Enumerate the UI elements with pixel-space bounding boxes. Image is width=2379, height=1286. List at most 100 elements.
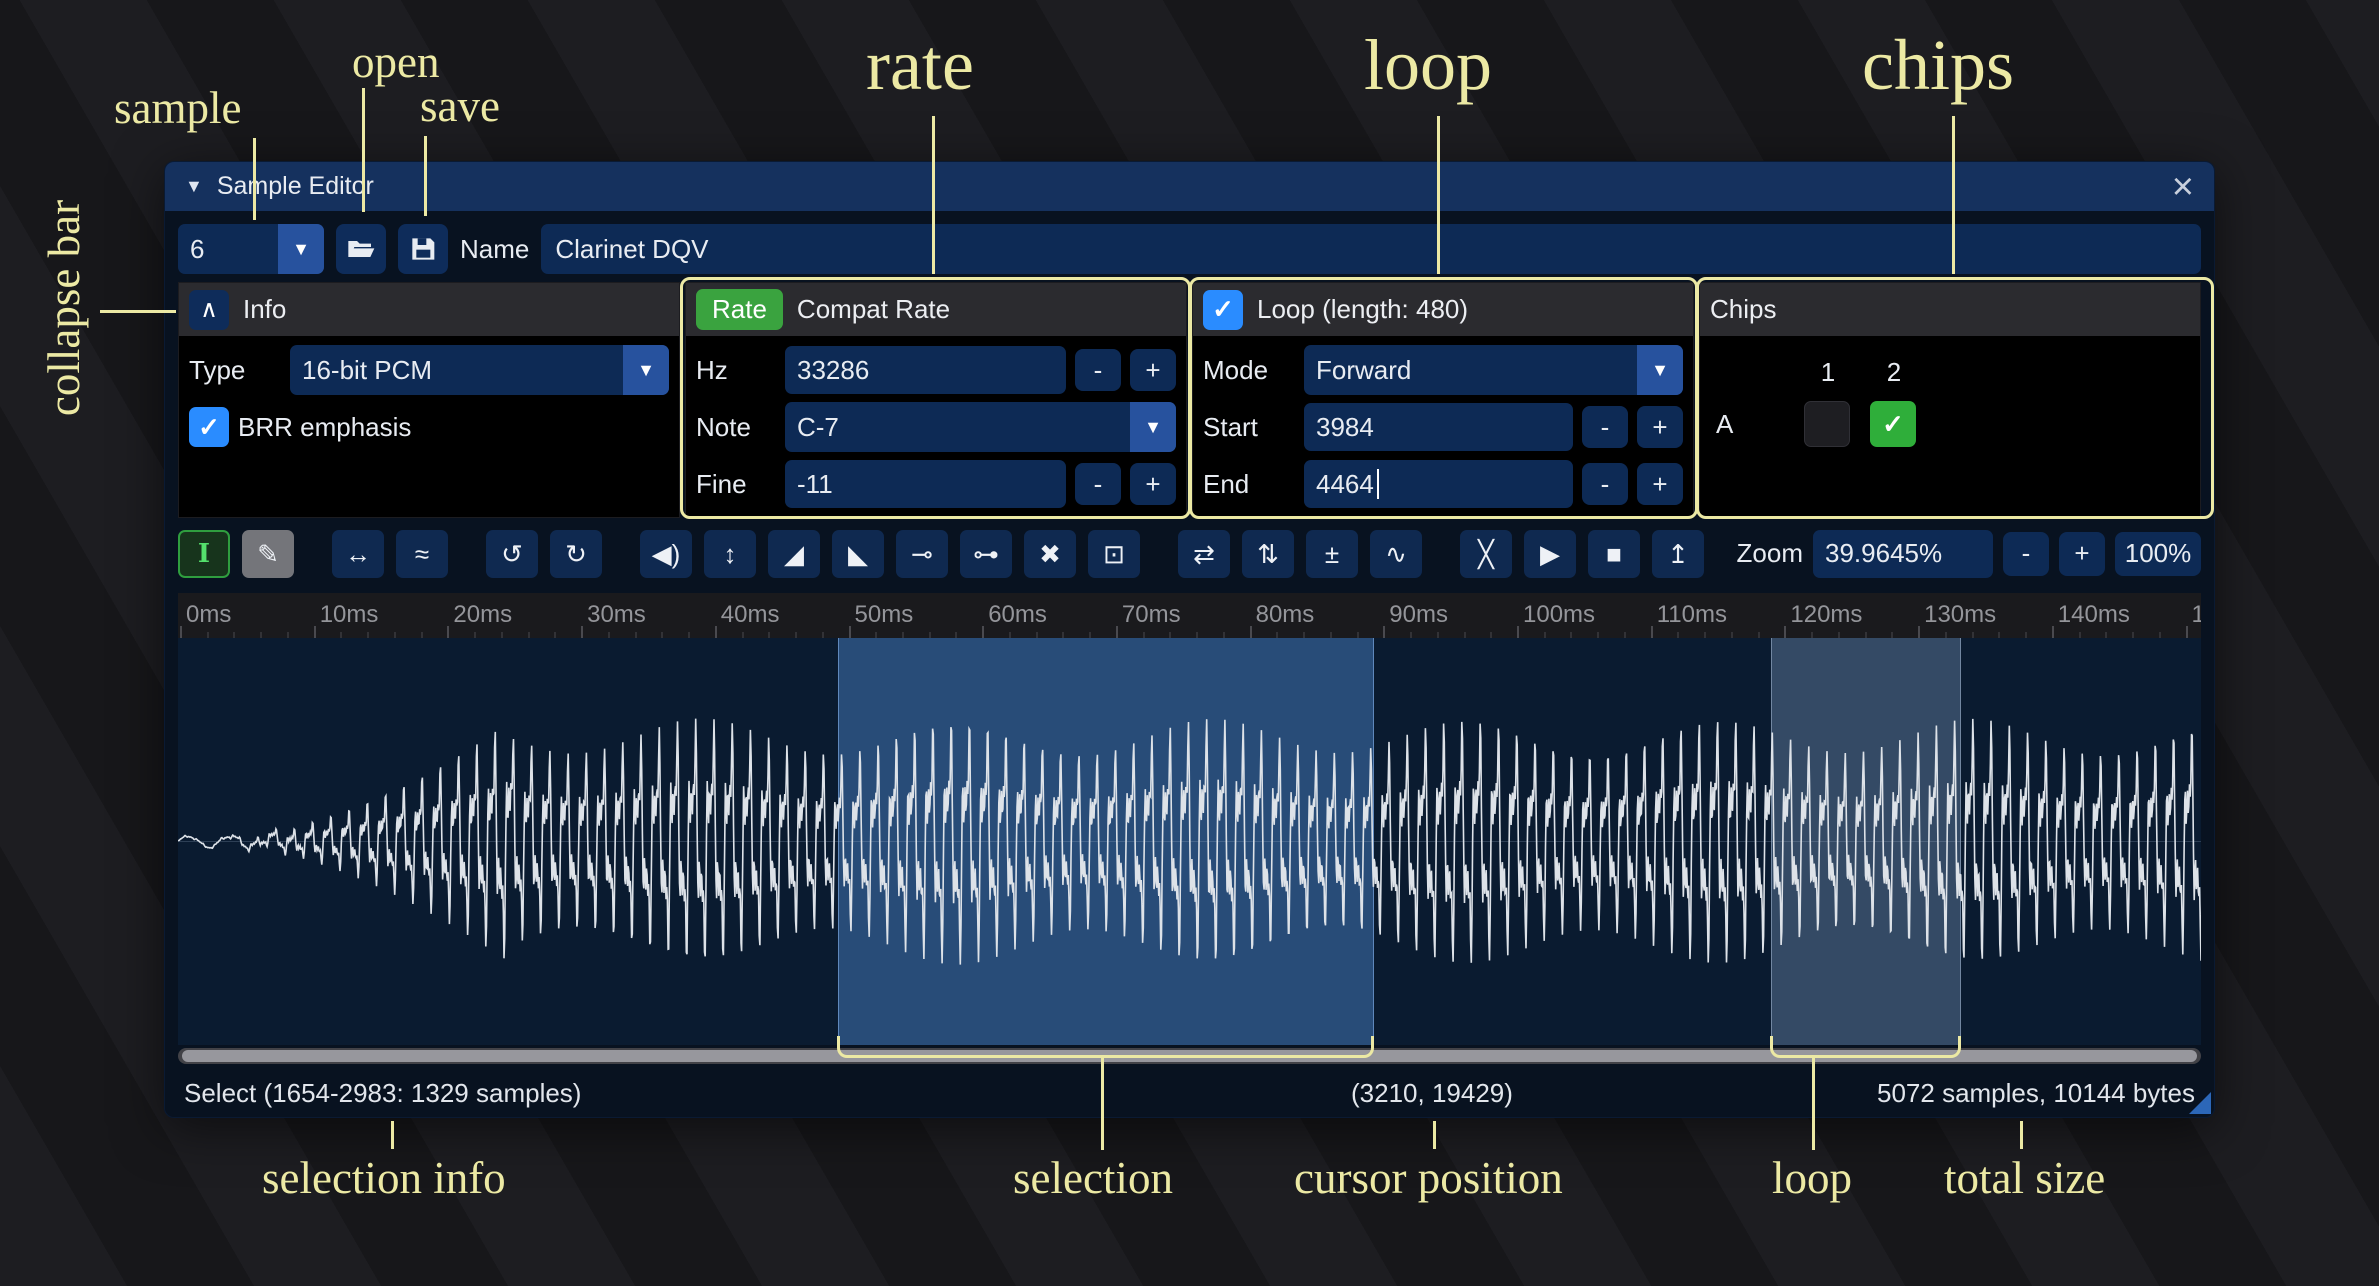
trim-button[interactable]: ⊡ xyxy=(1088,530,1140,578)
annotation-total-size-line xyxy=(2020,1121,2023,1149)
resize-grip[interactable] xyxy=(2189,1092,2211,1114)
floppy-disk-icon xyxy=(407,233,439,265)
resample-button[interactable]: ≈ xyxy=(396,530,448,578)
loop-start-input[interactable]: 3984 xyxy=(1304,403,1573,451)
hz-minus-button[interactable]: - xyxy=(1075,349,1121,391)
loop-end-plus-button[interactable]: + xyxy=(1637,463,1683,505)
timeline-tick xyxy=(982,626,984,638)
hz-row: Hz 33286 - + xyxy=(696,345,1176,395)
scrollbar-handle[interactable] xyxy=(182,1050,2197,1062)
panels-row: ∧ Info Type 16-bit PCM ▼ ✓ xyxy=(178,282,2201,518)
sample-row: 6 ▼ Name xyxy=(178,224,2201,274)
save-button[interactable] xyxy=(398,224,448,274)
fine-minus-button[interactable]: - xyxy=(1075,463,1121,505)
delete-button[interactable]: ✖ xyxy=(1024,530,1076,578)
name-label: Name xyxy=(460,234,529,265)
collapse-bar-button[interactable]: ∧ xyxy=(189,290,229,330)
rate-button[interactable]: Rate xyxy=(696,289,783,330)
redo-icon: ↻ xyxy=(565,541,587,567)
timeline-label: 50ms xyxy=(855,601,914,629)
loop-end-value: 4464 xyxy=(1316,469,1374,500)
close-icon[interactable]: × xyxy=(2172,168,2194,206)
amplify-button[interactable]: ◀) xyxy=(640,530,692,578)
resize-button[interactable]: ↔ xyxy=(332,530,384,578)
waveform-view[interactable] xyxy=(178,638,2201,1045)
info-panel: ∧ Info Type 16-bit PCM ▼ ✓ xyxy=(178,282,680,518)
trim-icon: ⊡ xyxy=(1103,541,1125,567)
annotation-selection-info-line xyxy=(391,1121,394,1149)
preview-button[interactable]: ▶ xyxy=(1524,530,1576,578)
sample-select-dropdown[interactable]: 6 ▼ xyxy=(178,224,324,274)
loop-start-minus-button[interactable]: - xyxy=(1582,406,1628,448)
timeline-tick xyxy=(849,626,851,638)
chip-1-checkbox[interactable] xyxy=(1804,401,1850,447)
timeline-label: 10ms xyxy=(320,601,379,629)
brr-emphasis-checkbox[interactable]: ✓ xyxy=(189,407,229,447)
loop-mode-dropdown[interactable]: Forward ▼ xyxy=(1304,345,1683,395)
annotation-total-size-label: total size xyxy=(1944,1152,2105,1204)
loop-enable-checkbox[interactable]: ✓ xyxy=(1203,290,1243,330)
chips-panel: Chips 1 2 A ✓ xyxy=(1699,282,2201,518)
chip-2-checkbox[interactable]: ✓ xyxy=(1870,401,1916,447)
loop-mode-value: Forward xyxy=(1304,345,1637,395)
loop-end-input[interactable]: 4464 xyxy=(1304,460,1573,508)
folder-open-icon xyxy=(345,233,377,265)
timeline-label: 140ms xyxy=(2058,601,2130,629)
apply-silence-icon: ⊶ xyxy=(973,541,999,567)
normalize-button[interactable]: ↕ xyxy=(704,530,756,578)
chips-panel-header: Chips xyxy=(1700,283,2200,336)
select-mode-button[interactable]: I xyxy=(178,530,230,578)
zoom-input[interactable]: 39.9645% xyxy=(1813,530,1993,578)
timeline-tick xyxy=(2186,626,2188,638)
reverse-button[interactable]: ⇄ xyxy=(1178,530,1230,578)
draw-mode-button[interactable]: ✎ xyxy=(242,530,294,578)
fine-input[interactable]: -11 xyxy=(785,460,1066,508)
type-dropdown[interactable]: 16-bit PCM ▼ xyxy=(290,345,669,395)
make-instrument-button[interactable]: ↥ xyxy=(1652,530,1704,578)
timeline-tick xyxy=(1250,626,1252,638)
titlebar[interactable]: ▼ Sample Editor × xyxy=(165,162,2214,211)
crossfade-icon: ╳ xyxy=(1478,541,1494,567)
waveform-path xyxy=(178,719,2201,965)
chip-column-2: 2 xyxy=(1870,357,1918,388)
timeline-tick xyxy=(1784,626,1786,638)
fade-out-button[interactable]: ◣ xyxy=(832,530,884,578)
loop-end-minus-button[interactable]: - xyxy=(1582,463,1628,505)
type-label: Type xyxy=(189,355,281,386)
undo-button[interactable]: ↺ xyxy=(486,530,538,578)
filter-icon: ∿ xyxy=(1385,541,1407,567)
note-row: Note C-7 ▼ xyxy=(696,402,1176,452)
horizontal-scrollbar[interactable] xyxy=(178,1048,2201,1064)
filter-button[interactable]: ∿ xyxy=(1370,530,1422,578)
insert-silence-icon: ⊸ xyxy=(911,541,933,567)
invert-button[interactable]: ⇅ xyxy=(1242,530,1294,578)
annotation-chips-label: chips xyxy=(1862,24,2014,107)
window-collapse-icon[interactable]: ▼ xyxy=(185,176,203,197)
zoom-in-button[interactable]: + xyxy=(2059,532,2105,576)
zoom-reset-button[interactable]: 100% xyxy=(2115,532,2201,576)
stop-preview-button[interactable]: ■ xyxy=(1588,530,1640,578)
fine-plus-button[interactable]: + xyxy=(1130,463,1176,505)
redo-button[interactable]: ↻ xyxy=(550,530,602,578)
timeline-tick xyxy=(1383,626,1385,638)
fade-in-button[interactable]: ◢ xyxy=(768,530,820,578)
type-value: 16-bit PCM xyxy=(290,345,623,395)
apply-silence-button[interactable]: ⊶ xyxy=(960,530,1012,578)
annotation-loop-label: loop xyxy=(1364,24,1492,107)
crossfade-button[interactable]: ╳ xyxy=(1460,530,1512,578)
hz-input[interactable]: 33286 xyxy=(785,346,1066,394)
sign-button[interactable]: ± xyxy=(1306,530,1358,578)
open-button[interactable] xyxy=(336,224,386,274)
note-dropdown[interactable]: C-7 ▼ xyxy=(785,402,1176,452)
annotation-save-label: save xyxy=(420,80,500,132)
annotation-selection-info-label: selection info xyxy=(262,1152,506,1204)
zoom-out-button[interactable]: - xyxy=(2003,532,2049,576)
loop-start-label: Start xyxy=(1203,412,1295,443)
undo-icon: ↺ xyxy=(501,541,523,567)
loop-start-plus-button[interactable]: + xyxy=(1637,406,1683,448)
timeline-label: 0ms xyxy=(186,601,231,629)
hz-plus-button[interactable]: + xyxy=(1130,349,1176,391)
insert-silence-button[interactable]: ⊸ xyxy=(896,530,948,578)
text-caret xyxy=(1377,469,1379,499)
sample-name-input[interactable]: Clarinet DQV xyxy=(541,224,2201,274)
